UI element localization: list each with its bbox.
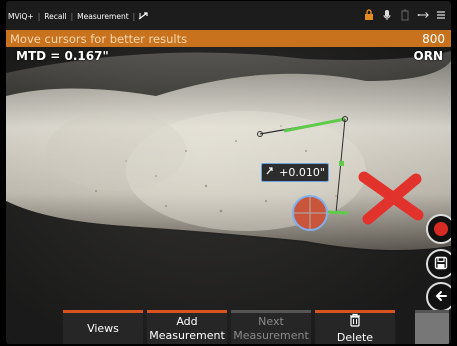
instruction-text: Move cursors for better results [10, 31, 188, 46]
delete-label: Delete [336, 330, 374, 344]
battery-icon [399, 9, 411, 21]
breadcrumb-measurement[interactable]: Measurement [75, 12, 131, 21]
save-icon [434, 255, 448, 274]
depth-profile-icon [265, 165, 277, 180]
views-button[interactable]: Views [63, 310, 143, 344]
next-measurement-label-line2: Measurement [233, 328, 309, 342]
next-measurement-label-line1: Next [258, 314, 284, 328]
softkey-bar: Views Add Measurement Next Measurement D… [63, 310, 395, 344]
inspection-screen: MViQ+ | Recall | Measurement | Move curs… [6, 1, 451, 344]
add-measurement-label-line2: Measurement [149, 328, 225, 342]
reference-line-green [283, 117, 346, 133]
active-cursor[interactable] [292, 195, 328, 231]
back-arrow-icon [434, 288, 448, 307]
add-measurement-label-line1: Add [176, 314, 198, 328]
record-button[interactable] [426, 214, 451, 244]
record-icon [434, 222, 448, 236]
usb-icon [417, 9, 429, 21]
trash-icon [348, 313, 362, 331]
delete-button[interactable]: Delete [315, 310, 395, 344]
back-button[interactable] [426, 282, 451, 312]
instruction-bar: Move cursors for better results 800 [6, 30, 451, 47]
orientation-label: ORN [413, 49, 443, 63]
measurement-value-badge[interactable]: +0.010" [261, 163, 329, 182]
save-button[interactable] [426, 249, 451, 279]
breadcrumb-home[interactable]: MViQ+ [6, 12, 36, 21]
cursor-point[interactable] [339, 161, 344, 166]
add-measurement-button[interactable]: Add Measurement [147, 310, 227, 344]
measurement-value: +0.010" [279, 166, 325, 179]
blank-softkey [415, 310, 449, 344]
next-measurement-button[interactable]: Next Measurement [231, 310, 311, 344]
reject-x-icon [358, 171, 424, 225]
microphone-icon [381, 9, 393, 21]
lock-icon [363, 9, 375, 21]
instruction-value: 800 [422, 31, 445, 46]
views-label: Views [87, 321, 119, 335]
breadcrumb-recall[interactable]: Recall [42, 12, 68, 21]
mtd-readout: MTD = 0.167" [16, 49, 109, 63]
status-bar: MViQ+ | Recall | Measurement | [6, 1, 451, 31]
measure-tool-icon [137, 10, 149, 22]
menu-icon[interactable] [435, 9, 447, 21]
